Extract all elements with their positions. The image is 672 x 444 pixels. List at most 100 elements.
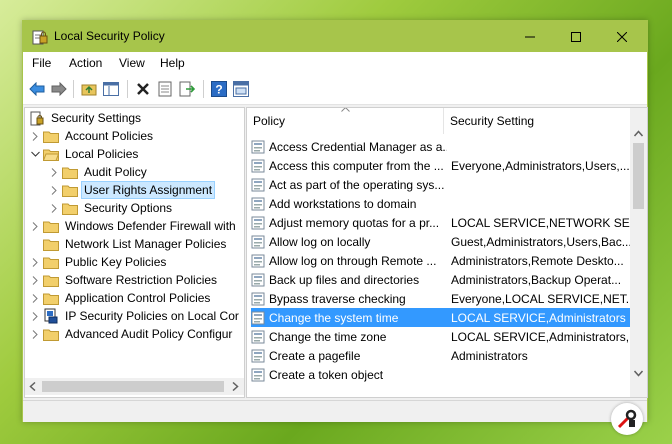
properties-button[interactable] [156,80,174,98]
wrench-logo-icon [617,409,637,429]
table-row[interactable]: Create a pagefile Administrators [251,346,632,365]
chevron-right-icon[interactable] [29,289,41,307]
scroll-right-icon[interactable] [231,382,239,391]
table-row[interactable]: Access Credential Manager as a... [251,137,632,156]
tree-item-network-list-manager[interactable]: Network List Manager Policies [29,235,228,253]
chevron-down-icon[interactable] [29,145,41,163]
tree-item-application-control[interactable]: Application Control Policies [29,289,212,307]
tree-item-user-rights-assignment[interactable]: User Rights Assignment [48,181,216,199]
folder-icon [43,272,59,288]
chevron-right-icon[interactable] [29,325,41,343]
chevron-right-icon[interactable] [29,217,41,235]
policy-item-icon [251,311,265,324]
tree-item-software-restriction[interactable]: Software Restriction Policies [29,271,219,289]
minimize-icon [525,36,535,37]
table-row[interactable]: Change the system time LOCAL SERVICE,Admi… [251,308,632,327]
table-row[interactable]: Allow log on locally Guest,Administrators… [251,232,632,251]
tree-item-windows-defender-firewall[interactable]: Windows Defender Firewall with [29,217,238,235]
menu-file[interactable]: File [32,56,51,70]
chevron-right-icon[interactable] [29,271,41,289]
toolbar-separator [73,80,74,98]
policy-name-cell: Change the time zone [269,329,387,344]
tree-item-label: Public Key Policies [65,255,167,269]
security-setting-cell: Guest,Administrators,Users,Bac... [451,234,631,249]
folder-icon [62,182,78,198]
tree-item-label: Software Restriction Policies [65,273,218,287]
table-row[interactable]: Adjust memory quotas for a pr... LOCAL SE… [251,213,632,232]
forward-arrow-icon [51,82,67,96]
folder-icon [43,218,59,234]
scroll-up-icon[interactable] [634,130,643,137]
console-icon [233,81,249,97]
menu-view[interactable]: View [119,56,145,70]
security-setting-cell: Administrators [451,348,528,363]
chevron-right-icon[interactable] [29,253,41,271]
title-bar[interactable]: Local Security Policy [23,21,647,52]
security-setting-cell: LOCAL SERVICE,Administrators,... [451,329,631,344]
forward-button[interactable] [50,80,68,98]
delete-button[interactable] [134,80,152,98]
security-setting-cell: LOCAL SERVICE,Administrators [451,310,626,325]
tree-item-ip-security-policies[interactable]: IP Security Policies on Local Cor [29,307,241,325]
show-hide-tree-icon [103,82,119,96]
table-row[interactable]: Create a token object [251,365,632,384]
close-button[interactable] [599,21,645,52]
show-hide-tree-button[interactable] [102,80,120,98]
export-list-button[interactable] [178,80,196,98]
security-setting-cell: Administrators,Backup Operat... [451,272,622,287]
scroll-thumb[interactable] [633,143,644,209]
security-setting-cell: LOCAL SERVICE,NETWORK SER... [451,215,631,230]
table-row[interactable]: Back up files and directories Administrat… [251,270,632,289]
table-row[interactable]: Add workstations to domain [251,194,632,213]
tree-item-label: User Rights Assignment [80,181,216,199]
table-row[interactable]: Act as part of the operating sys... [251,175,632,194]
chevron-right-icon[interactable] [48,199,60,217]
tree-item-security-options[interactable]: Security Options [48,199,174,217]
help-button[interactable]: ? [210,80,228,98]
tree-item-public-key-policies[interactable]: Public Key Policies [29,253,168,271]
policy-name-cell: Act as part of the operating sys... [269,177,445,192]
tree-item-audit-policy[interactable]: Audit Policy [48,163,149,181]
tree-item-label: Advanced Audit Policy Configur [65,327,233,341]
menu-bar: File Action View Help [23,52,647,74]
tree-item-local-policies[interactable]: Local Policies [29,145,140,163]
policy-name-cell: Create a pagefile [269,348,361,363]
console-button[interactable] [232,80,250,98]
window-title: Local Security Policy [54,29,165,43]
app-icon [32,30,48,45]
chevron-right-icon[interactable] [48,181,60,199]
minimize-button[interactable] [507,21,553,52]
menu-help[interactable]: Help [160,56,185,70]
chevron-right-icon[interactable] [29,127,41,145]
list-vertical-scrollbar[interactable] [630,108,647,397]
scroll-thumb[interactable] [42,381,224,392]
tree-item-advanced-audit-policy[interactable]: Advanced Audit Policy Configur [29,325,234,343]
scroll-down-icon[interactable] [634,370,643,377]
tree-item-label: Windows Defender Firewall with [65,219,236,233]
tree-item-security-settings[interactable]: Security Settings [27,109,143,127]
menu-action[interactable]: Action [69,56,102,70]
security-settings-icon [29,110,45,126]
up-one-level-button[interactable] [80,80,98,98]
scroll-left-icon[interactable] [29,382,37,391]
table-row[interactable]: Change the time zone LOCAL SERVICE,Admini… [251,327,632,346]
policy-item-icon [251,140,265,153]
toolbar-separator [127,80,128,98]
status-bar [23,400,647,422]
table-row[interactable]: Bypass traverse checking Everyone,LOCAL S… [251,289,632,308]
toolbar: ? [23,74,647,105]
chevron-right-icon[interactable] [29,307,41,325]
chevron-right-icon[interactable] [48,163,60,181]
policy-name-cell: Create a token object [269,367,384,382]
column-header-security-setting[interactable]: Security Setting [444,108,630,134]
properties-icon [158,81,172,97]
back-button[interactable] [28,80,46,98]
column-header-policy[interactable]: Policy [247,108,444,134]
folder-open-icon [43,146,59,162]
table-row[interactable]: Access this computer from the ... Everyon… [251,156,632,175]
tree-horizontal-scrollbar[interactable] [25,378,244,395]
tree-item-label: Audit Policy [84,165,147,179]
tree-item-account-policies[interactable]: Account Policies [29,127,155,145]
maximize-button[interactable] [553,21,599,52]
table-row[interactable]: Allow log on through Remote ... Administr… [251,251,632,270]
